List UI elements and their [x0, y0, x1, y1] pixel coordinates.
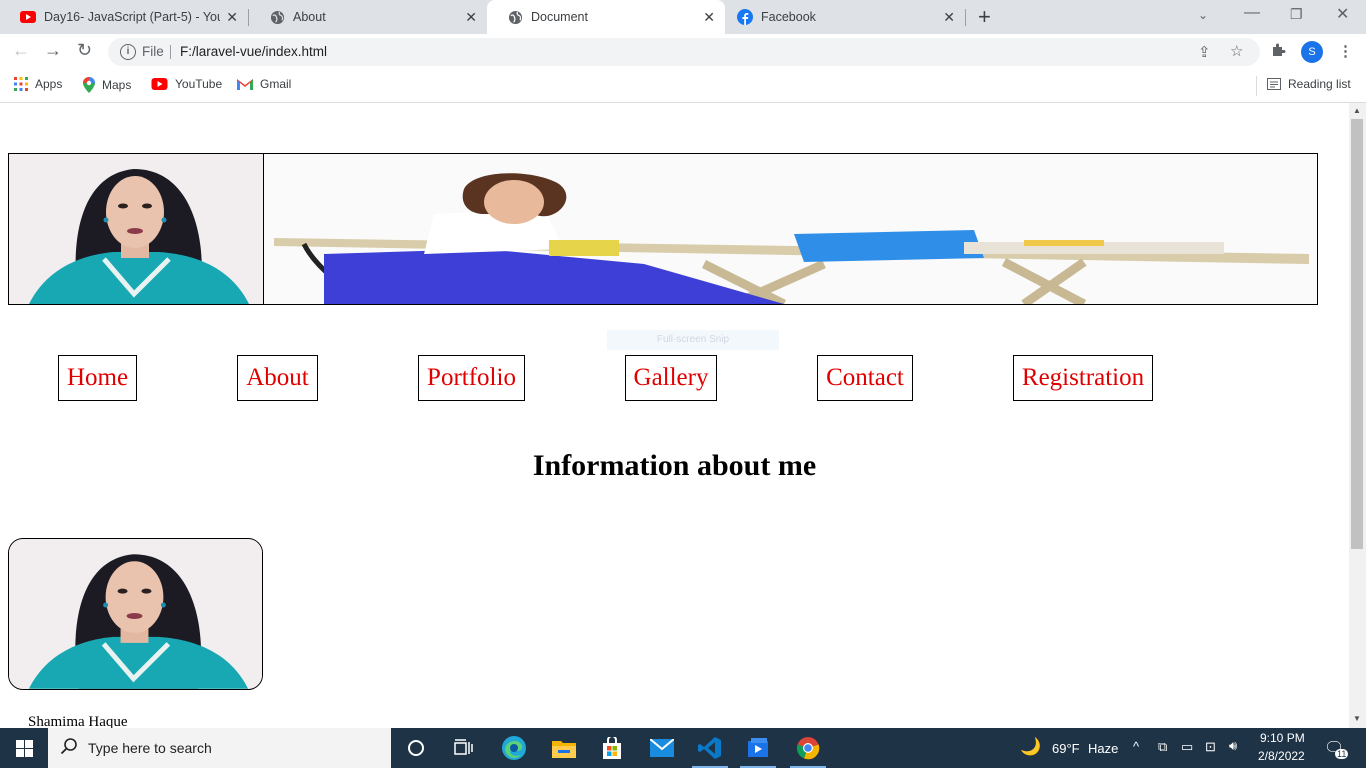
clock-date[interactable]: 2/8/2022: [1258, 749, 1305, 763]
tab-strip: Day16- JavaScript (Part-5) - YouT ✕ Abou…: [0, 0, 1366, 34]
nav-gallery-link[interactable]: Gallery: [625, 355, 717, 401]
youtube-icon: [151, 78, 168, 90]
meet-now-icon[interactable]: ⧉: [1158, 739, 1167, 755]
search-icon: [60, 737, 78, 760]
volume-icon[interactable]: 🔊︎: [1229, 738, 1237, 754]
youtube-icon: [20, 9, 36, 25]
bookmark-youtube[interactable]: YouTube: [151, 77, 222, 91]
minimize-button[interactable]: —: [1244, 4, 1260, 22]
gmail-icon: [237, 78, 253, 90]
video-editor-icon[interactable]: [734, 728, 782, 768]
vscode-icon[interactable]: [686, 728, 734, 768]
windows-taskbar: Type here to search 🌙 69°F Haze ^ ⧉ ▭ ⊡ …: [0, 728, 1366, 768]
scheme-label: File: [142, 44, 164, 59]
vertical-scrollbar[interactable]: ▲ ▼: [1349, 103, 1366, 728]
reload-button[interactable]: ↻: [77, 40, 92, 61]
tab-document[interactable]: Document ✕: [487, 0, 725, 34]
bookmark-maps[interactable]: Maps: [83, 77, 131, 93]
tab-title: Day16- JavaScript (Part-5) - YouT: [44, 10, 220, 24]
tab-facebook[interactable]: Facebook ✕: [725, 0, 965, 34]
extensions-puzzle-icon[interactable]: [1271, 42, 1287, 62]
bookmark-label: Maps: [102, 78, 132, 92]
bookmark-label: YouTube: [175, 77, 223, 91]
close-tab-icon[interactable]: ✕: [943, 9, 955, 26]
nav-registration-link[interactable]: Registration: [1013, 355, 1153, 401]
globe-icon: [269, 9, 285, 25]
reading-list-label: Reading list: [1288, 77, 1351, 91]
battery-icon[interactable]: ▭: [1181, 739, 1193, 755]
profile-card-photo: [8, 538, 263, 690]
omnibox-separator: [170, 45, 171, 59]
start-button[interactable]: [0, 728, 48, 768]
tab-title: Document: [531, 10, 588, 24]
nav-portfolio-link[interactable]: Portfolio: [418, 355, 525, 401]
clock-time[interactable]: 9:10 PM: [1260, 731, 1305, 745]
tab-search-icon[interactable]: ⌄: [1198, 8, 1208, 22]
profile-name: Shamima Haque: [28, 714, 128, 728]
bookmarks-bar: Apps Maps YouTube Gmail Reading list: [0, 70, 1366, 103]
scrollbar-thumb[interactable]: [1351, 119, 1363, 549]
nav-about-link[interactable]: About: [237, 355, 318, 401]
browser-toolbar: ← → ↻ i File F:/laravel-vue/index.html ⇪…: [0, 34, 1366, 70]
show-hidden-icons-chevron-icon[interactable]: ^: [1133, 739, 1139, 754]
scroll-up-arrow-icon[interactable]: ▲: [1353, 106, 1361, 115]
menu-kebab-icon[interactable]: ⋮: [1338, 42, 1353, 60]
profile-photo: [9, 154, 264, 304]
weather-temp[interactable]: 69°F: [1052, 741, 1080, 756]
share-icon[interactable]: ⇪: [1198, 43, 1211, 61]
url-text[interactable]: F:/laravel-vue/index.html: [180, 44, 327, 59]
microsoft-store-icon[interactable]: [588, 728, 636, 768]
bookmark-label: Gmail: [260, 77, 292, 91]
globe-icon: [507, 9, 523, 25]
bookmark-star-icon[interactable]: ☆: [1230, 42, 1243, 60]
tab-about[interactable]: About ✕: [249, 0, 487, 34]
nav-home-link[interactable]: Home: [58, 355, 137, 401]
apps-grid-icon: [14, 77, 28, 91]
banner-illustration: [264, 154, 1317, 304]
address-bar[interactable]: i File F:/laravel-vue/index.html ⇪ ☆: [108, 38, 1260, 66]
header-banner: [8, 153, 1318, 305]
profile-avatar[interactable]: S: [1301, 41, 1323, 63]
file-explorer-icon[interactable]: [540, 728, 588, 768]
page-heading: Information about me: [532, 449, 817, 482]
network-icon[interactable]: ⊡: [1205, 739, 1216, 755]
reading-list-button[interactable]: Reading list: [1267, 77, 1351, 91]
maps-pin-icon: [83, 77, 95, 93]
bookmark-label: Apps: [35, 77, 63, 91]
close-window-button[interactable]: ✕: [1336, 4, 1349, 24]
task-view-icon[interactable]: [440, 728, 488, 768]
weather-moon-icon: 🌙: [1020, 737, 1042, 756]
site-info-icon[interactable]: i: [120, 44, 136, 60]
facebook-icon: [737, 9, 753, 25]
taskbar-search-input[interactable]: Type here to search: [48, 728, 391, 768]
tab-title: About: [293, 10, 326, 24]
notification-badge: 11: [1335, 749, 1349, 759]
tab-separator: [965, 9, 966, 26]
mail-icon[interactable]: [638, 728, 686, 768]
scroll-down-arrow-icon[interactable]: ▼: [1353, 714, 1361, 723]
close-tab-icon[interactable]: ✕: [703, 9, 715, 26]
page-viewport: Full-screen Snip Home About Portfolio Ga…: [0, 103, 1349, 728]
chrome-icon[interactable]: [784, 728, 832, 768]
reading-list-icon: [1267, 78, 1281, 90]
new-tab-button[interactable]: +: [978, 4, 991, 30]
tab-youtube[interactable]: Day16- JavaScript (Part-5) - YouT ✕: [0, 0, 248, 34]
weather-condition[interactable]: Haze: [1088, 741, 1118, 756]
bookmark-gmail[interactable]: Gmail: [237, 77, 291, 91]
back-button[interactable]: ←: [12, 40, 30, 61]
snip-overlay: Full-screen Snip: [607, 330, 779, 350]
close-tab-icon[interactable]: ✕: [226, 9, 238, 26]
edge-browser-icon[interactable]: [490, 728, 538, 768]
forward-button[interactable]: →: [44, 40, 62, 61]
close-tab-icon[interactable]: ✕: [465, 9, 477, 26]
nav-contact-link[interactable]: Contact: [817, 355, 913, 401]
windows-logo-icon: [15, 739, 33, 757]
bookmark-apps[interactable]: Apps: [14, 77, 62, 91]
restore-button[interactable]: ❐: [1290, 6, 1303, 23]
bookmarks-separator: [1256, 76, 1257, 96]
search-placeholder: Type here to search: [88, 740, 212, 756]
tab-title: Facebook: [761, 10, 816, 24]
cortana-icon[interactable]: [392, 728, 440, 768]
